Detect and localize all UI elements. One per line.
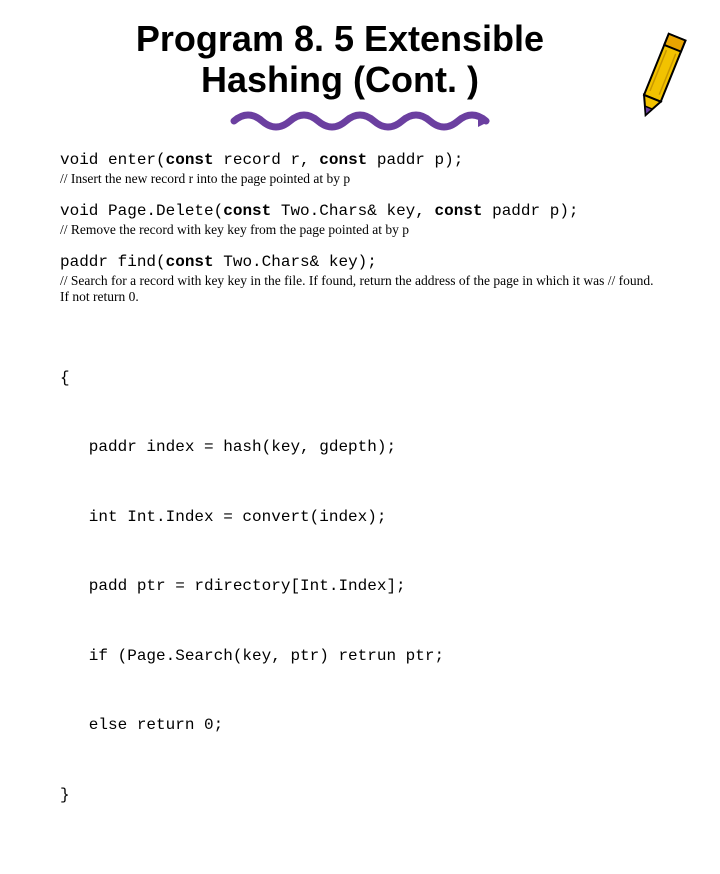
keyword-const: const <box>319 151 367 169</box>
code-text: paddr p); <box>483 202 579 220</box>
keyword-const: const <box>223 202 271 220</box>
code-line: paddr index = hash(key, gdepth); <box>60 436 660 459</box>
code-text: paddr p); <box>367 151 463 169</box>
underline-squiggle-icon <box>230 107 490 131</box>
code-line: } <box>60 784 660 807</box>
code-text: Two.Chars& key, <box>271 202 434 220</box>
function-signature-enter: void enter(const record r, const paddr p… <box>60 151 660 169</box>
slide-title: Program 8. 5 Extensible Hashing (Cont. ) <box>60 18 660 101</box>
function-signature-page-delete: void Page.Delete(const Two.Chars& key, c… <box>60 202 660 220</box>
code-text: paddr find( <box>60 253 166 271</box>
function-signature-find: paddr find(const Two.Chars& key); <box>60 253 660 271</box>
code-text: void Page.Delete( <box>60 202 223 220</box>
code-text: Two.Chars& key); <box>214 253 377 271</box>
code-line: else return 0; <box>60 714 660 737</box>
code-line: { <box>60 367 660 390</box>
crayon-icon <box>626 28 696 126</box>
keyword-const: const <box>434 202 482 220</box>
code-text: record r, <box>214 151 320 169</box>
comment-find: // Search for a record with key key in t… <box>60 273 660 307</box>
code-line: padd ptr = rdirectory[Int.Index]; <box>60 575 660 598</box>
code-text: void enter( <box>60 151 166 169</box>
code-block: { paddr index = hash(key, gdepth); int I… <box>60 320 660 853</box>
keyword-const: const <box>166 151 214 169</box>
comment-enter: // Insert the new record r into the page… <box>60 171 660 188</box>
slide: Program 8. 5 Extensible Hashing (Cont. )… <box>0 0 720 874</box>
code-line: int Int.Index = convert(index); <box>60 506 660 529</box>
code-line: if (Page.Search(key, ptr) retrun ptr; <box>60 645 660 668</box>
comment-page-delete: // Remove the record with key key from t… <box>60 222 660 239</box>
keyword-const: const <box>166 253 214 271</box>
